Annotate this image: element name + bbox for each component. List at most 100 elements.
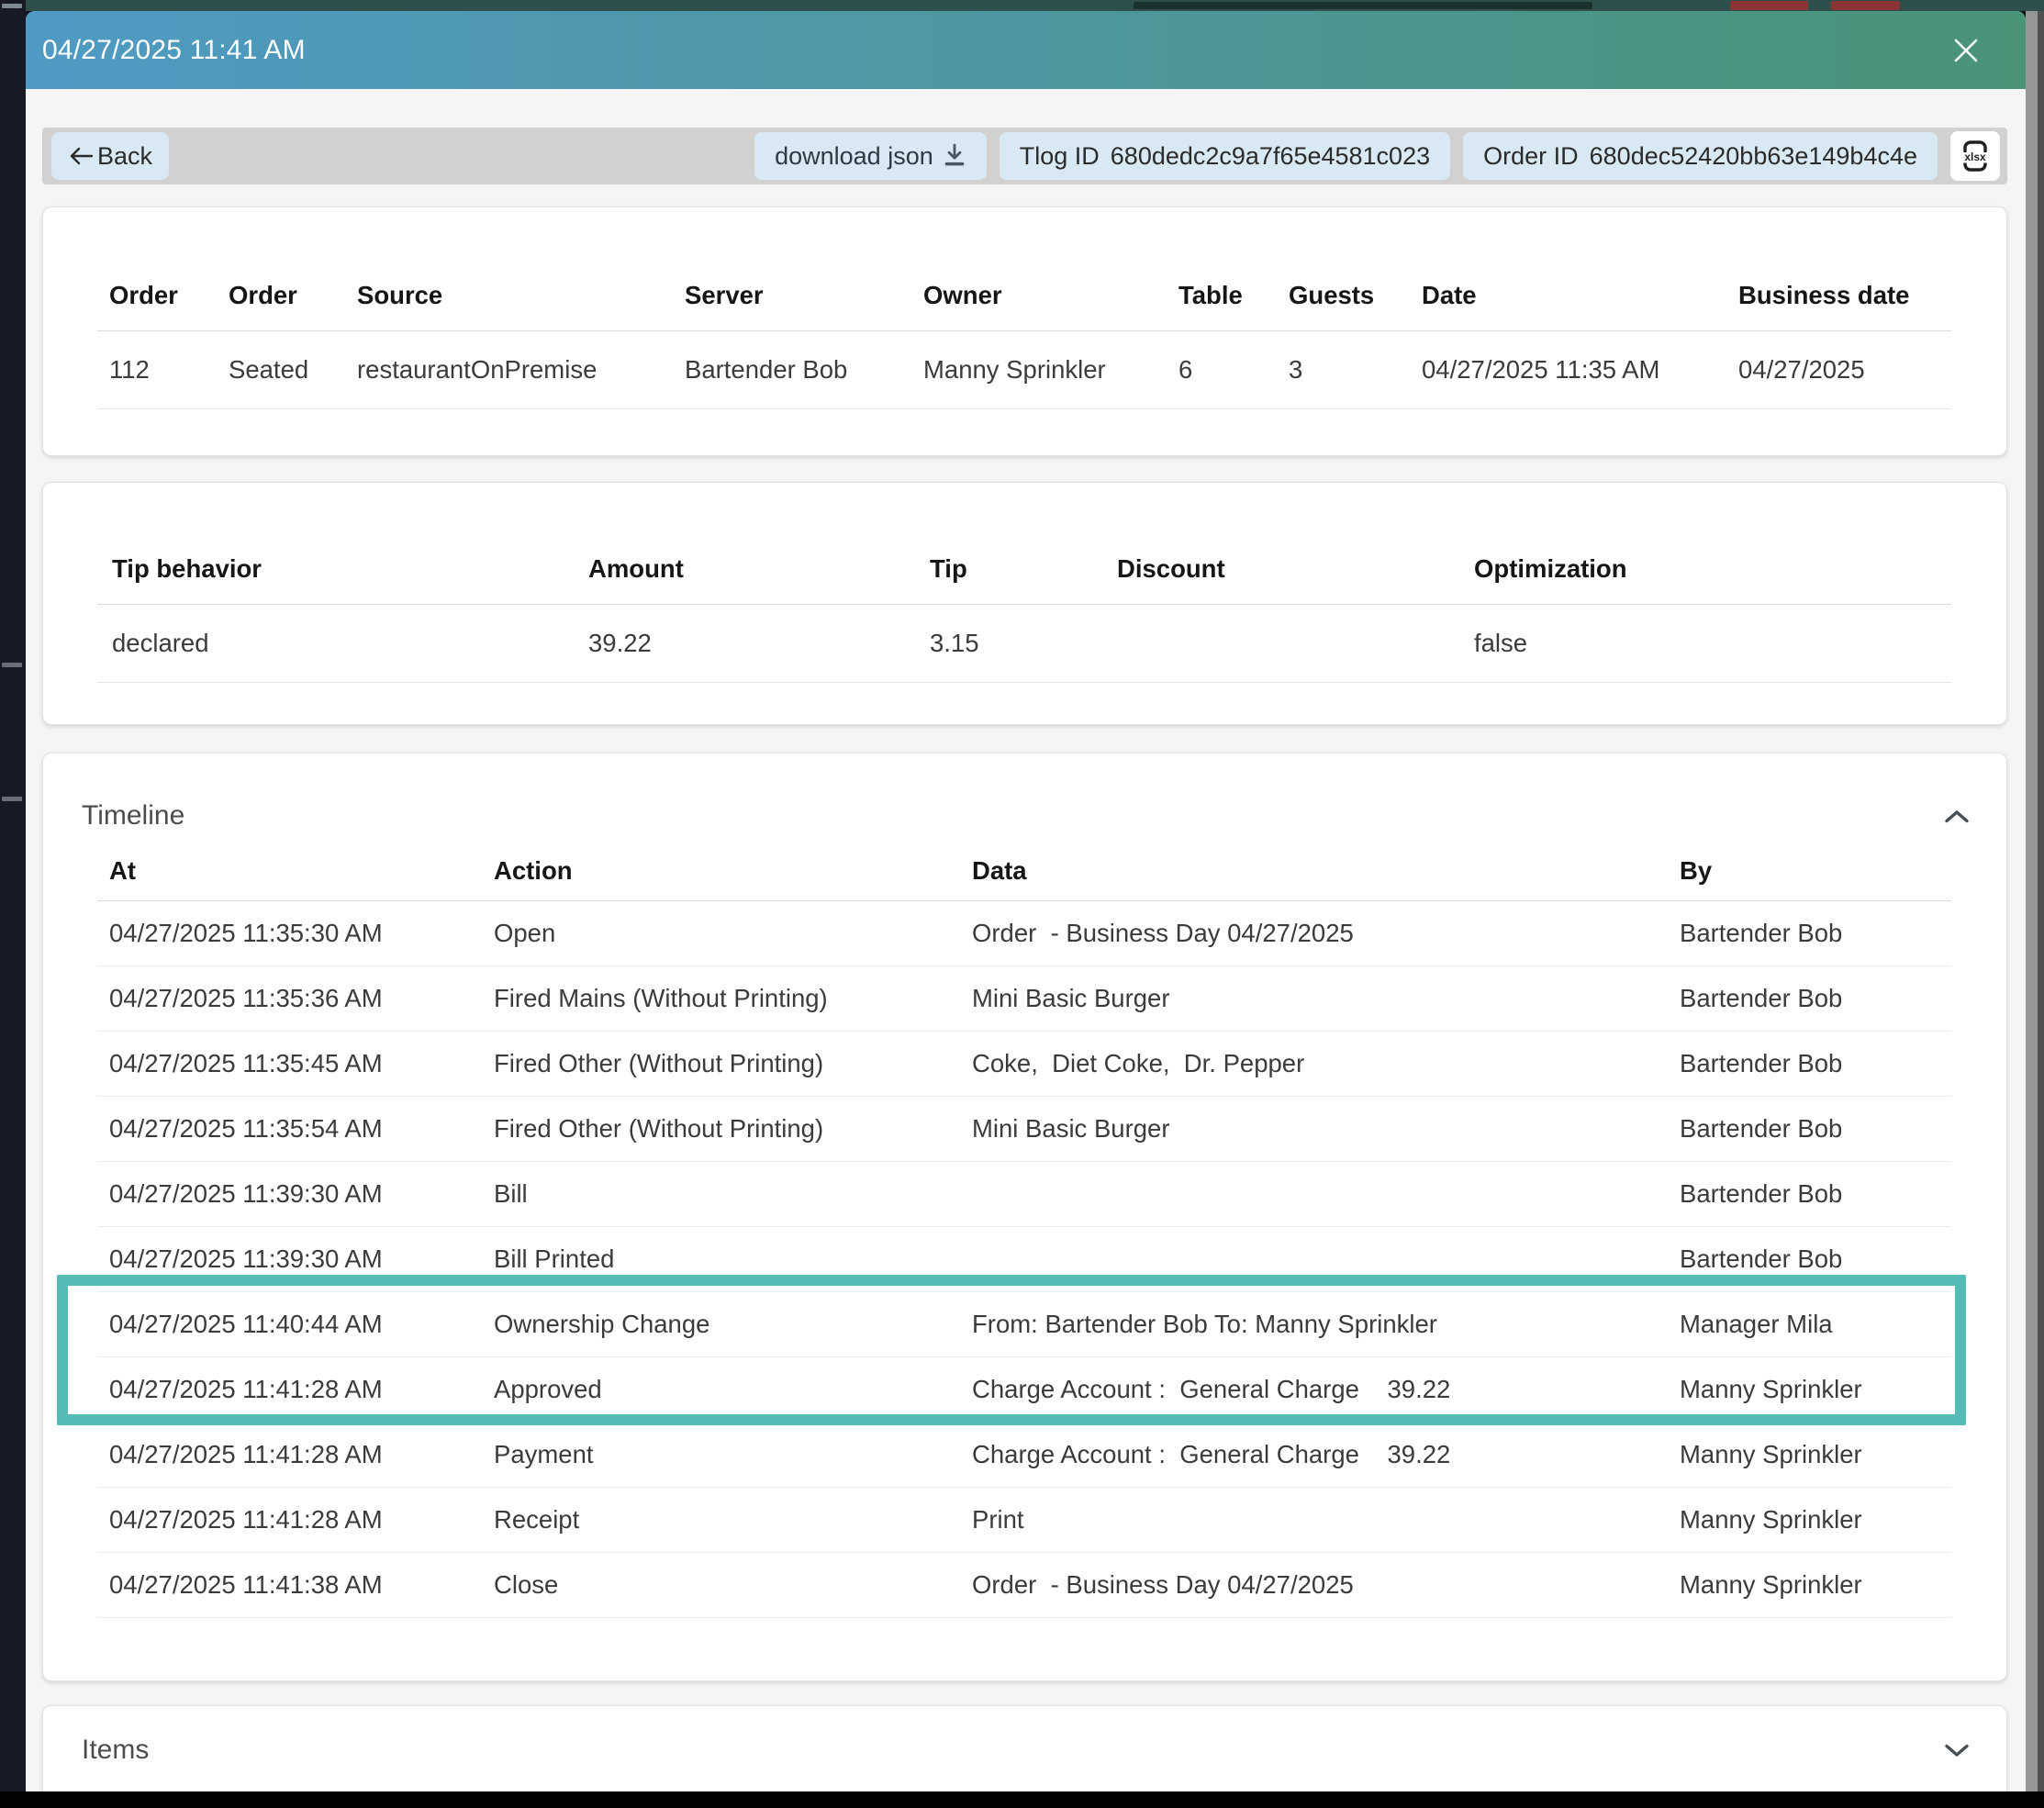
timeline-by: Manny Sprinkler [1668, 1375, 1951, 1404]
modal-title: 04/27/2025 11:41 AM [42, 35, 306, 66]
col-header: Guests [1277, 281, 1410, 310]
col-header: Business date [1726, 281, 1951, 310]
order-guests: 3 [1277, 355, 1410, 385]
order-summary-card: Order Order Source Server Owner Table Gu… [42, 206, 2007, 456]
timeline-at: 04/27/2025 11:39:30 AM [97, 1179, 482, 1209]
tip: 3.15 [915, 629, 1102, 658]
timeline-row: 04/27/2025 11:35:54 AM Fired Other (With… [97, 1097, 1951, 1162]
optimization: false [1459, 629, 1951, 658]
col-header: Source [345, 281, 673, 310]
modal-header: 04/27/2025 11:41 AM [26, 11, 2026, 89]
timeline-action: Approved [482, 1375, 960, 1404]
background-bottom-bar [0, 1791, 2044, 1808]
download-json-button[interactable]: download json [754, 132, 987, 180]
timeline-row: 04/27/2025 11:35:30 AM Open Order - Busi… [97, 901, 1951, 966]
timeline-data: Print [960, 1505, 1668, 1535]
timeline-row-highlighted: 04/27/2025 11:41:28 AM Approved Charge A… [97, 1357, 1951, 1423]
timeline-title: Timeline [82, 800, 184, 831]
timeline-action: Bill [482, 1179, 960, 1209]
col-header: Discount [1102, 554, 1459, 584]
timeline-at: 04/27/2025 11:35:30 AM [97, 919, 482, 948]
timeline-row: 04/27/2025 11:39:30 AM Bill Printed Bart… [97, 1227, 1951, 1292]
timeline-data: Order - Business Day 04/27/2025 [960, 919, 1668, 948]
xlsx-icon: xlsx [1957, 138, 1994, 174]
col-header: Order [97, 281, 217, 310]
col-header: Tip behavior [97, 554, 574, 584]
col-header: Date [1410, 281, 1726, 310]
timeline-action: Fired Mains (Without Printing) [482, 984, 960, 1013]
timeline-card: Timeline At Action Data By 04/27/2025 11… [42, 753, 2007, 1681]
back-button[interactable]: Back [51, 132, 169, 180]
timeline-by: Bartender Bob [1668, 919, 1951, 948]
col-header: Data [960, 856, 1668, 886]
tlog-id-value: 680dedc2c9a7f65e4581c023 [1111, 142, 1430, 171]
timeline-at: 04/27/2025 11:41:28 AM [97, 1505, 482, 1535]
order-id-chip[interactable]: Order ID 680dec52420bb63e149b4c4e [1463, 132, 1938, 180]
sidebar-text-remnant [2, 797, 22, 801]
chevron-down-icon[interactable] [1939, 1739, 1974, 1762]
order-table-number: 6 [1167, 355, 1277, 385]
timeline-data: From: Bartender Bob To: Manny Sprinkler [960, 1310, 1668, 1339]
col-header: Action [482, 856, 960, 886]
timeline-at: 04/27/2025 11:35:54 AM [97, 1114, 482, 1144]
timeline-table-header: At Action Data By [97, 842, 1951, 901]
timeline-row: 04/27/2025 11:41:38 AM Close Order - Bus… [97, 1553, 1951, 1618]
tlog-id-label: Tlog ID [1020, 142, 1100, 171]
col-header: Table [1167, 281, 1277, 310]
background-text-remnant [1134, 2, 1592, 9]
export-xlsx-button[interactable]: xlsx [1950, 131, 2000, 181]
timeline-at: 04/27/2025 11:35:45 AM [97, 1049, 482, 1078]
order-details-modal: 04/27/2025 11:41 AM Back download json [26, 11, 2026, 1791]
screen: 04/27/2025 11:41 AM Back download json [0, 0, 2044, 1808]
timeline-at: 04/27/2025 11:35:36 AM [97, 984, 482, 1013]
timeline-row: 04/27/2025 11:39:30 AM Bill Bartender Bo… [97, 1162, 1951, 1227]
order-server: Bartender Bob [673, 355, 911, 385]
col-header: Order [217, 281, 345, 310]
timeline-by: Bartender Bob [1668, 1114, 1951, 1144]
download-icon [943, 143, 966, 169]
tlog-id-chip[interactable]: Tlog ID 680dedc2c9a7f65e4581c023 [1000, 132, 1450, 180]
timeline-row: 04/27/2025 11:35:36 AM Fired Mains (With… [97, 966, 1951, 1032]
order-owner: Manny Sprinkler [911, 355, 1167, 385]
timeline-by: Bartender Bob [1668, 984, 1951, 1013]
timeline-row: 04/27/2025 11:41:28 AM Receipt Print Man… [97, 1488, 1951, 1553]
background-sidebar [0, 0, 26, 1791]
sidebar-text-remnant [2, 4, 22, 8]
payment-summary-card: Tip behavior Amount Tip Discount Optimiz… [42, 482, 2007, 725]
items-card: Items [42, 1705, 2007, 1791]
order-table-header: Order Order Source Server Owner Table Gu… [97, 261, 1951, 331]
chevron-up-icon[interactable] [1939, 805, 1974, 828]
timeline-action: Ownership Change [482, 1310, 960, 1339]
scrollbar[interactable] [2026, 11, 2044, 1791]
items-title: Items [82, 1735, 149, 1766]
timeline-data: Charge Account : General Charge 39.22 [960, 1375, 1668, 1404]
timeline-data: Coke, Diet Coke, Dr. Pepper [960, 1049, 1668, 1078]
timeline-action: Fired Other (Without Printing) [482, 1049, 960, 1078]
timeline-at: 04/27/2025 11:39:30 AM [97, 1244, 482, 1274]
timeline-data: Mini Basic Burger [960, 984, 1668, 1013]
toolbar-right-group: download json Tlog ID 680dedc2c9a7f65e45… [754, 131, 2000, 181]
order-source: restaurantOnPremise [345, 355, 673, 385]
col-header: Tip [915, 554, 1102, 584]
background-red-badge [1831, 1, 1900, 10]
timeline-data: Order - Business Day 04/27/2025 [960, 1570, 1668, 1600]
timeline-action: Receipt [482, 1505, 960, 1535]
back-button-label: Back [97, 142, 152, 171]
timeline-row: 04/27/2025 11:41:28 AM Payment Charge Ac… [97, 1423, 1951, 1488]
col-header: At [97, 856, 482, 886]
timeline-action: Close [482, 1570, 960, 1600]
timeline-at: 04/27/2025 11:41:28 AM [97, 1375, 482, 1404]
timeline-by: Manny Sprinkler [1668, 1505, 1951, 1535]
timeline-by: Manager Mila [1668, 1310, 1951, 1339]
timeline-action: Open [482, 919, 960, 948]
close-icon[interactable] [1948, 32, 1984, 69]
timeline-action: Fired Other (Without Printing) [482, 1114, 960, 1144]
col-header: Server [673, 281, 911, 310]
payment-table-header: Tip behavior Amount Tip Discount Optimiz… [97, 534, 1951, 605]
background-red-badge [1730, 1, 1808, 10]
timeline-at: 04/27/2025 11:40:44 AM [97, 1310, 482, 1339]
col-header: Owner [911, 281, 1167, 310]
toolbar: Back download json Tlog ID 680dedc2c9a7f… [42, 128, 2007, 184]
svg-text:xlsx: xlsx [1964, 151, 1986, 163]
timeline-by: Manny Sprinkler [1668, 1440, 1951, 1469]
